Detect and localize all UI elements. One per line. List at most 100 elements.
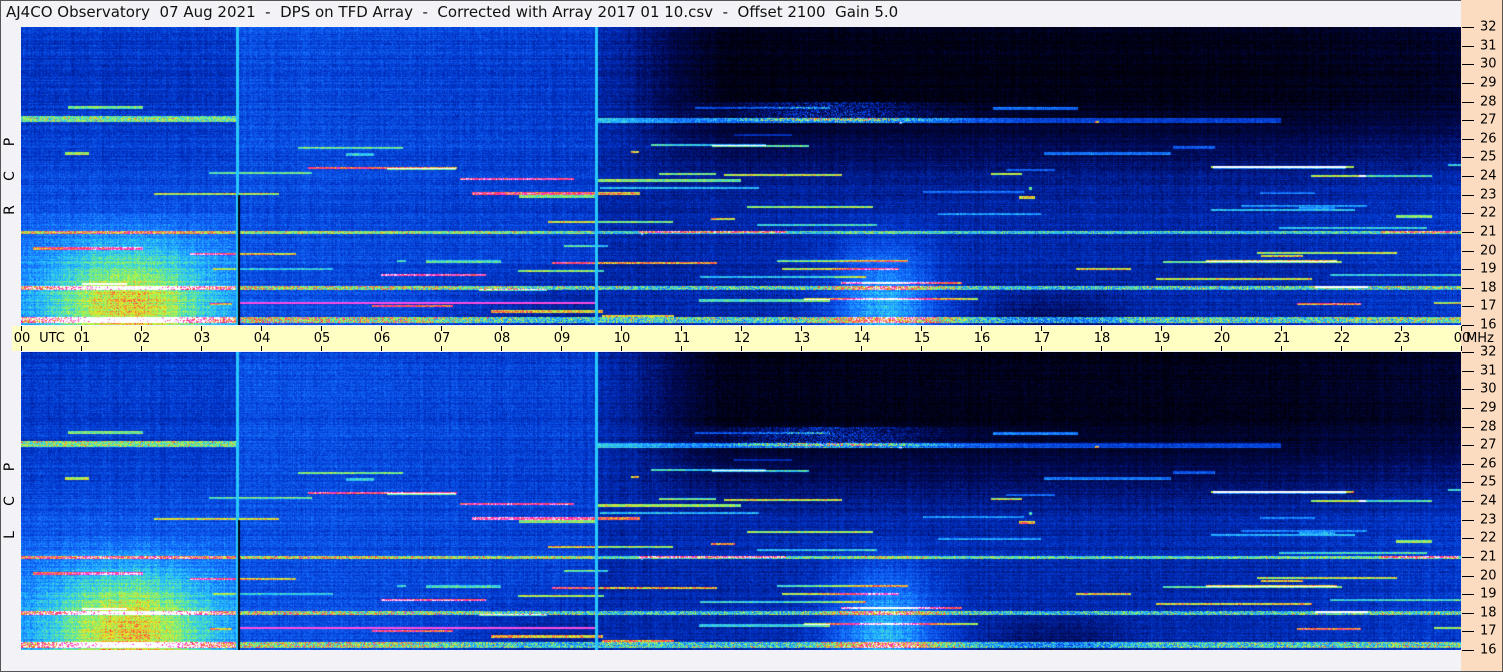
- frequency-tick-mark: [1462, 139, 1474, 140]
- time-tick-label: 18: [1093, 331, 1111, 346]
- frequency-tick-mark: [1462, 631, 1474, 632]
- polarization-letter-rcp: C: [2, 171, 18, 181]
- time-tick-label: 11: [673, 331, 691, 346]
- time-tick-mark: [1101, 346, 1102, 351]
- utc-label: UTC: [39, 331, 65, 346]
- frequency-tick-label: 27: [1480, 112, 1497, 128]
- time-tick-mark: [81, 346, 82, 351]
- frequency-tick-mark: [1462, 613, 1474, 614]
- time-tick-label: 17: [1033, 331, 1051, 346]
- frequency-tick-label: 18: [1480, 280, 1497, 296]
- polarization-letter-lcp: C: [2, 496, 18, 506]
- frequency-tick-mark: [1462, 650, 1474, 651]
- time-tick-mark: [441, 346, 442, 351]
- time-tick-mark: [921, 346, 922, 351]
- frequency-tick-mark: [1462, 232, 1474, 233]
- frequency-tick-mark: [1462, 251, 1474, 252]
- frequency-tick-label: 29: [1480, 400, 1497, 416]
- frequency-tick-label: 16: [1480, 642, 1497, 658]
- frequency-tick-label: 19: [1480, 586, 1497, 602]
- time-tick-label: 07: [433, 331, 451, 346]
- time-tick-mark: [621, 346, 622, 351]
- time-tick-label: 15: [913, 331, 931, 346]
- frequency-tick-mark: [1462, 445, 1474, 446]
- time-tick-mark: [1461, 346, 1462, 351]
- frequency-tick-label: 19: [1480, 261, 1497, 277]
- time-tick-mark: [381, 346, 382, 351]
- frequency-tick-mark: [1462, 269, 1474, 270]
- frequency-tick-label: 23: [1480, 187, 1497, 203]
- time-tick-mark: [261, 346, 262, 351]
- frequency-tick-mark: [1462, 352, 1474, 353]
- frequency-tick-mark: [1462, 120, 1474, 121]
- frequency-tick-label: 27: [1480, 437, 1497, 453]
- time-tick-label: 03: [193, 331, 211, 346]
- time-tick-label: 19: [1153, 331, 1171, 346]
- frequency-tick-label: 26: [1480, 456, 1497, 472]
- time-tick-label: 05: [313, 331, 331, 346]
- polarization-letter-lcp: P: [2, 462, 18, 472]
- time-tick-label: 12: [733, 331, 751, 346]
- time-tick-label: 02: [133, 331, 151, 346]
- frequency-tick-label: 18: [1480, 605, 1497, 621]
- frequency-tick-label: 32: [1480, 344, 1497, 360]
- polarization-letter-rcp: P: [2, 137, 18, 147]
- frequency-tick-label: 30: [1480, 381, 1497, 397]
- time-tick-mark: [1041, 346, 1042, 351]
- time-tick-label: 21: [1273, 331, 1291, 346]
- polarization-letter-rcp: R: [2, 205, 18, 215]
- time-tick-mark: [681, 346, 682, 351]
- frequency-tick-label: 24: [1480, 168, 1497, 184]
- time-tick-mark: [861, 346, 862, 351]
- frequency-tick-label: 25: [1480, 149, 1497, 165]
- time-tick-mark: [1401, 346, 1402, 351]
- time-tick-label: 20: [1213, 331, 1231, 346]
- frequency-tick-mark: [1462, 83, 1474, 84]
- frequency-tick-mark: [1462, 27, 1474, 28]
- frequency-tick-mark: [1462, 102, 1474, 103]
- frequency-tick-label: 28: [1480, 94, 1497, 109]
- frequency-tick-label: 23: [1480, 512, 1497, 528]
- frequency-tick-mark: [1462, 482, 1474, 483]
- frequency-tick-label: 29: [1480, 75, 1497, 91]
- time-tick-label: 08: [493, 331, 511, 346]
- frequency-tick-mark: [1462, 157, 1474, 158]
- time-tick-label: 14: [853, 331, 871, 346]
- time-tick-label: 16: [973, 331, 991, 346]
- frequency-tick-label: 25: [1480, 474, 1497, 490]
- frequency-tick-label: 28: [1480, 419, 1497, 434]
- frequency-tick-mark: [1462, 594, 1474, 595]
- frequency-tick-label: 16: [1480, 317, 1497, 333]
- time-tick-mark: [1341, 346, 1342, 351]
- time-tick-mark: [1281, 346, 1282, 351]
- time-tick-mark: [321, 346, 322, 351]
- time-tick-mark: [561, 346, 562, 351]
- frequency-tick-label: 20: [1480, 568, 1497, 583]
- frequency-tick-mark: [1462, 408, 1474, 409]
- time-tick-mark: [501, 346, 502, 351]
- frequency-tick-mark: [1462, 306, 1474, 307]
- frequency-tick-mark: [1462, 389, 1474, 390]
- frequency-tick-mark: [1462, 64, 1474, 65]
- frequency-tick-label: 26: [1480, 131, 1497, 147]
- polarization-letter-lcp: L: [2, 531, 18, 539]
- time-tick-label: 06: [373, 331, 391, 346]
- frequency-tick-mark: [1462, 371, 1474, 372]
- time-tick-label: 13: [793, 331, 811, 346]
- frequency-tick-mark: [1462, 176, 1474, 177]
- frequency-tick-mark: [1462, 520, 1474, 521]
- time-tick-mark: [1221, 346, 1222, 351]
- frequency-tick-label: 31: [1480, 38, 1497, 54]
- frequency-tick-label: 21: [1480, 549, 1497, 565]
- frequency-tick-label: 22: [1480, 205, 1497, 221]
- time-tick-label: 04: [253, 331, 271, 346]
- frequency-tick-label: 22: [1480, 530, 1497, 546]
- frequency-tick-label: 17: [1480, 623, 1497, 639]
- time-tick-label: 09: [553, 331, 571, 346]
- frequency-tick-mark: [1462, 325, 1474, 326]
- frequency-tick-label: 31: [1480, 363, 1497, 379]
- frequency-tick-mark: [1462, 464, 1474, 465]
- frequency-tick-label: 17: [1480, 298, 1497, 314]
- frequency-tick-label: 30: [1480, 56, 1497, 72]
- time-tick-mark: [201, 346, 202, 351]
